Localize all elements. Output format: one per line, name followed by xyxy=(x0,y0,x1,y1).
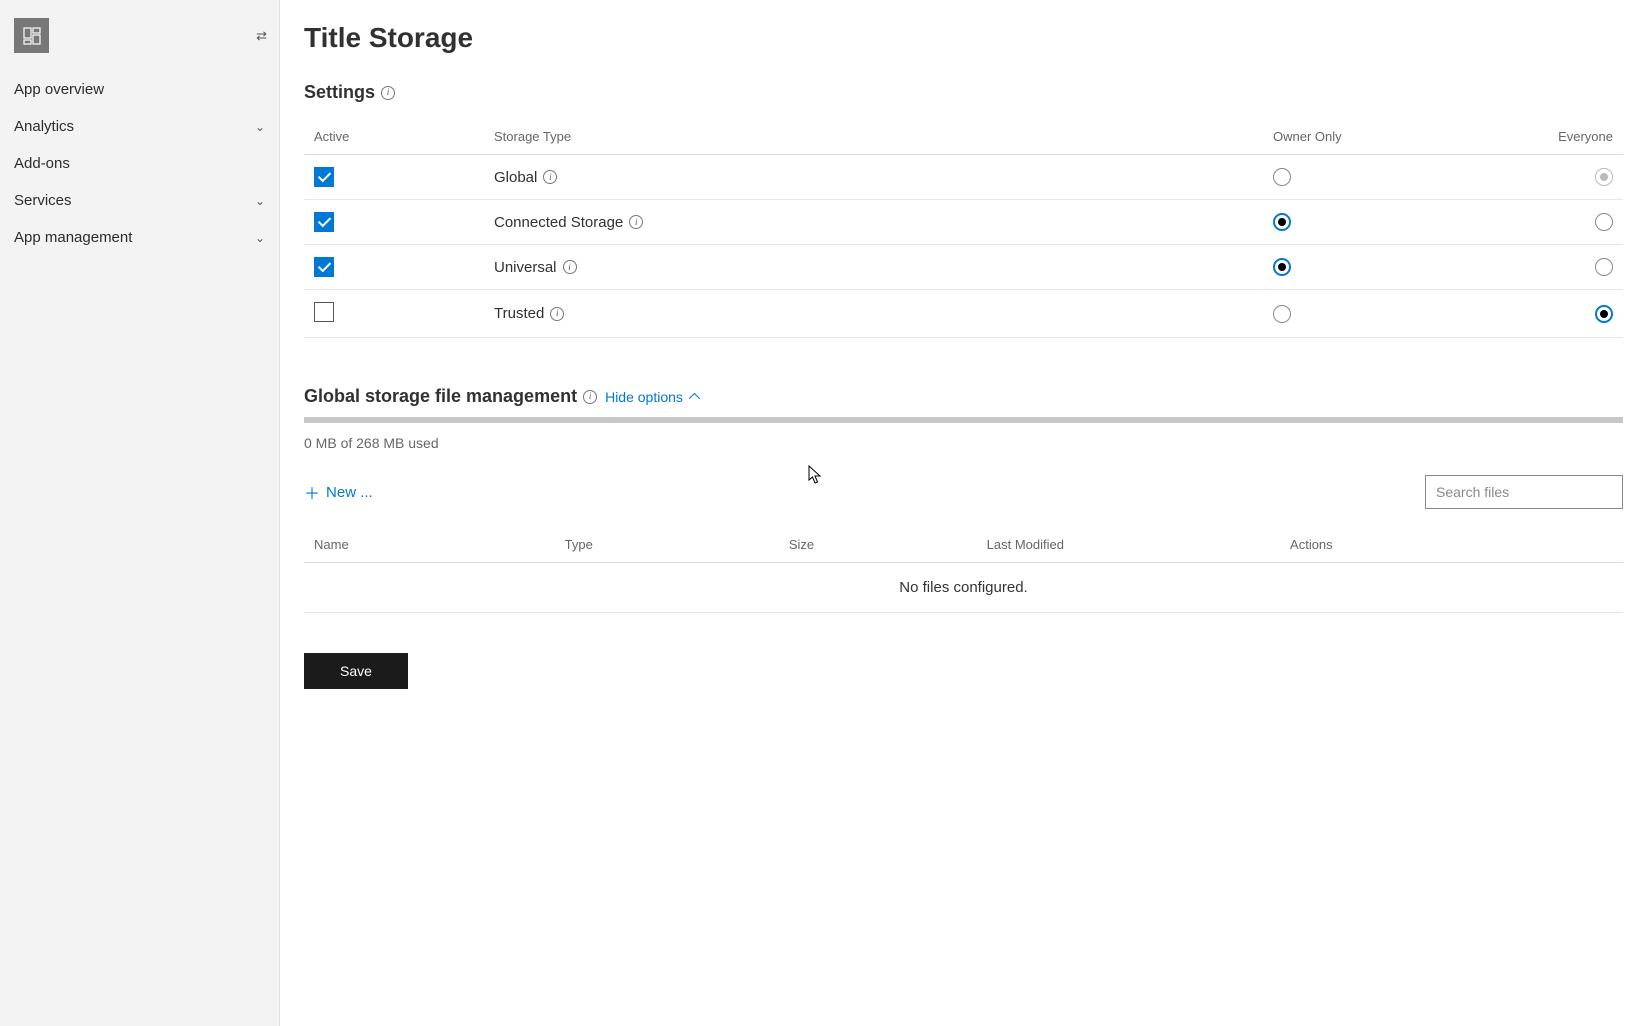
col-header-everyone: Everyone xyxy=(1543,119,1623,155)
table-row: Globali xyxy=(304,155,1623,200)
col-header-actions: Actions xyxy=(1280,527,1623,563)
main-content: Title Storage Settings i Active Storage … xyxy=(280,0,1647,1026)
grid-icon xyxy=(23,27,41,45)
app-logo-icon[interactable] xyxy=(14,18,49,53)
settings-heading-text: Settings xyxy=(304,82,375,103)
chevron-down-icon: ⌄ xyxy=(255,231,265,245)
sidebar-header: ⇄ xyxy=(0,10,279,71)
storage-usage-text: 0 MB of 268 MB used xyxy=(304,435,1623,451)
sidebar-item-label: App management xyxy=(14,229,132,246)
col-header-owner-only: Owner Only xyxy=(1263,119,1543,155)
col-header-storage-type: Storage Type xyxy=(484,119,1263,155)
hide-options-link[interactable]: Hide options xyxy=(605,389,697,405)
chevron-down-icon: ⌄ xyxy=(255,194,265,208)
sidebar-item-label: Services xyxy=(14,192,72,209)
sidebar-item-app-management[interactable]: App management ⌄ xyxy=(0,219,279,256)
sidebar-item-app-overview[interactable]: App overview xyxy=(0,71,279,108)
storage-type-label: Trusted xyxy=(494,305,544,322)
sidebar: ⇄ App overview Analytics ⌄ Add-ons Services ⌄… xyxy=(0,0,280,1026)
everyone-radio xyxy=(1595,168,1613,186)
col-header-name: Name xyxy=(304,527,555,563)
owner-only-radio[interactable] xyxy=(1273,213,1291,231)
col-header-size: Size xyxy=(779,527,977,563)
page-title: Title Storage xyxy=(304,22,1623,54)
hide-options-label: Hide options xyxy=(605,389,683,405)
sidebar-item-add-ons[interactable]: Add-ons xyxy=(0,145,279,182)
table-row: Connected Storage i xyxy=(304,200,1623,245)
settings-table: Active Storage Type Owner Only Everyone … xyxy=(304,119,1623,338)
info-icon[interactable]: i xyxy=(629,215,643,229)
files-toolbar: ＋ New ... xyxy=(304,475,1623,509)
owner-only-radio[interactable] xyxy=(1273,305,1291,323)
col-header-type: Type xyxy=(555,527,779,563)
table-row: Universal i xyxy=(304,245,1623,290)
col-header-active: Active xyxy=(304,119,484,155)
global-storage-heading: Global storage file management xyxy=(304,386,577,407)
active-checkbox[interactable] xyxy=(314,302,334,322)
plus-icon: ＋ xyxy=(304,480,320,504)
sidebar-item-label: App overview xyxy=(14,81,104,98)
storage-usage-bar xyxy=(304,417,1623,423)
sidebar-item-label: Analytics xyxy=(14,118,74,135)
everyone-radio[interactable] xyxy=(1595,305,1613,323)
col-header-last-modified: Last Modified xyxy=(977,527,1280,563)
save-button[interactable]: Save xyxy=(304,653,408,689)
sidebar-item-label: Add-ons xyxy=(14,155,70,172)
active-checkbox[interactable] xyxy=(314,167,334,187)
storage-type-label: Global xyxy=(494,169,537,186)
owner-only-radio xyxy=(1273,168,1291,186)
storage-type-label: Connected Storage xyxy=(494,214,623,231)
table-row: Trusted i xyxy=(304,290,1623,338)
info-icon[interactable]: i xyxy=(550,307,564,321)
active-checkbox[interactable] xyxy=(314,212,334,232)
everyone-radio[interactable] xyxy=(1595,213,1613,231)
new-file-label: New ... xyxy=(326,484,373,501)
storage-type-label: Universal xyxy=(494,259,557,276)
chevron-up-icon xyxy=(689,392,700,403)
global-storage-header: Global storage file management i Hide op… xyxy=(304,386,1623,407)
table-row: No files configured. xyxy=(304,563,1623,613)
info-icon[interactable]: i xyxy=(543,170,557,184)
everyone-radio[interactable] xyxy=(1595,258,1613,276)
new-file-button[interactable]: ＋ New ... xyxy=(304,480,373,504)
sidebar-collapse-icon[interactable]: ⇄ xyxy=(256,28,265,44)
settings-heading: Settings i xyxy=(304,82,395,103)
info-icon[interactable]: i xyxy=(381,86,395,100)
info-icon[interactable]: i xyxy=(583,390,597,404)
owner-only-radio[interactable] xyxy=(1273,258,1291,276)
files-table: Name Type Size Last Modified Actions No … xyxy=(304,527,1623,613)
active-checkbox[interactable] xyxy=(314,257,334,277)
info-icon[interactable]: i xyxy=(563,260,577,274)
chevron-down-icon: ⌄ xyxy=(255,120,265,134)
search-files-input[interactable] xyxy=(1425,475,1623,509)
sidebar-item-services[interactable]: Services ⌄ xyxy=(0,182,279,219)
sidebar-item-analytics[interactable]: Analytics ⌄ xyxy=(0,108,279,145)
empty-files-message: No files configured. xyxy=(304,563,1623,613)
